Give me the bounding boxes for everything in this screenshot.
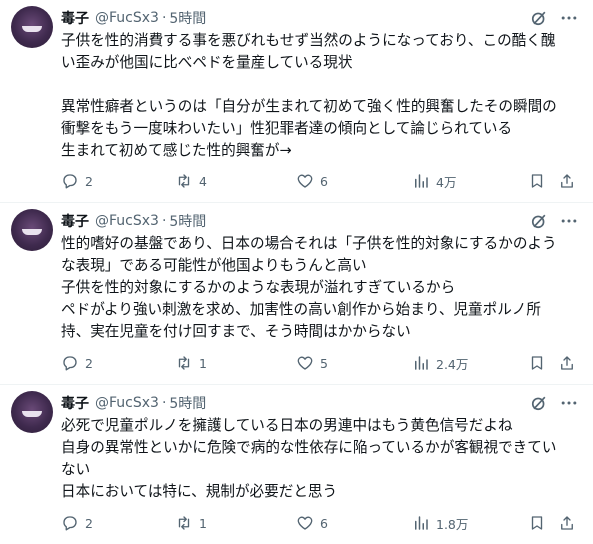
separator-dot: · (161, 395, 167, 411)
retweet-icon (178, 356, 190, 370)
tweet-text-line: 衝撃をもう一度味わいたい」性犯罪者達の傾向として論じられている (61, 120, 513, 137)
retweet-count: 4 (199, 173, 207, 189)
tweet-text-line: 自身の異常性といかに危険で病的な性依存に陥っているかが客観視できてい (61, 439, 557, 456)
like-count: 6 (320, 173, 328, 189)
reply-button[interactable]: 2 (61, 171, 93, 191)
like-count: 5 (320, 355, 328, 371)
post-time[interactable]: 5時間 (169, 8, 206, 28)
separator-dot: · (161, 10, 167, 26)
bookmark-icon (531, 516, 543, 530)
reply-icon (63, 356, 77, 371)
author-handle[interactable]: @FucSx3 (95, 213, 159, 229)
like-icon (297, 356, 313, 370)
author-handle[interactable]: @FucSx3 (95, 395, 159, 411)
action-bar: 2 4 6 4万 (0, 171, 593, 191)
more-icon[interactable] (559, 211, 579, 231)
retweet-count: 1 (199, 355, 207, 371)
tweet-text-line: な表現」である可能性が他国よりもうんと高い (61, 257, 367, 274)
tweet-header: 毒子 @FucSx3 · 5時間 (61, 8, 206, 28)
author-name[interactable]: 毒子 (61, 211, 89, 231)
views-button[interactable]: 2.4万 (412, 353, 468, 373)
tweet[interactable]: 毒子 @FucSx3 · 5時間 性的嗜好の基盤であり、日本の場合それは「子供を… (0, 203, 593, 385)
like-button[interactable]: 6 (296, 513, 328, 533)
tweet-header: 毒子 @FucSx3 · 5時間 (61, 393, 206, 413)
tweet-header: 毒子 @FucSx3 · 5時間 (61, 211, 206, 231)
share-button[interactable] (558, 171, 576, 191)
retweet-icon (178, 516, 190, 530)
bookmark-icon (531, 356, 543, 370)
tweet-text-line: ペドがより強い刺激を求め、加害性の高い創作から始まり、児童ポルノ所 (61, 301, 541, 318)
views-button[interactable]: 1.8万 (412, 513, 468, 533)
like-button[interactable]: 5 (296, 353, 328, 373)
grok-icon[interactable] (529, 8, 549, 28)
views-icon (415, 356, 428, 370)
share-button[interactable] (558, 353, 576, 373)
tweet-text: 必死で児童ポルノを擁護している日本の男連中はもう黄色信号だよね 自身の異常性とい… (61, 415, 581, 503)
tweet-text-line: 生まれて初めて感じた性的興奮が→ (61, 142, 292, 159)
post-time[interactable]: 5時間 (169, 211, 206, 231)
tweet-text-line: 子供を性的対象にするかのような表現が溢れすぎているから (61, 279, 456, 296)
avatar[interactable] (11, 6, 53, 48)
tweet[interactable]: 毒子 @FucSx3 · 5時間 子供を性的消費する事を悪びれもせず当然のように… (0, 0, 593, 203)
tweet-text-line: い歪みが他国に比べペドを量産している現状 (61, 54, 353, 71)
share-icon (561, 516, 573, 530)
tweet-text-line: 日本においては特に、規制が必要だと思う (61, 483, 338, 500)
separator-dot: · (161, 213, 167, 229)
tweet-text-line: 異常性癖者というのは「自分が生まれて初めて強く性的興奮したその瞬間の (61, 98, 557, 115)
tweet[interactable]: 毒子 @FucSx3 · 5時間 必死で児童ポルノを擁護している日本の男連中はも… (0, 385, 593, 544)
views-icon (415, 174, 428, 188)
grok-icon[interactable] (529, 211, 549, 231)
author-handle[interactable]: @FucSx3 (95, 10, 159, 26)
reply-icon (63, 174, 77, 189)
share-icon (561, 174, 573, 188)
retweet-button[interactable]: 1 (175, 353, 207, 373)
like-icon (297, 174, 313, 188)
more-icon[interactable] (559, 8, 579, 28)
bookmark-icon (531, 174, 543, 188)
avatar[interactable] (11, 391, 53, 433)
reply-count: 2 (85, 515, 93, 531)
bookmark-button[interactable] (528, 353, 546, 373)
tweet-text-line: 必死で児童ポルノを擁護している日本の男連中はもう黄色信号だよね (61, 417, 513, 434)
retweet-icon (178, 174, 190, 188)
retweet-button[interactable]: 4 (175, 171, 207, 191)
reply-count: 2 (85, 355, 93, 371)
retweet-count: 1 (199, 515, 207, 531)
views-button[interactable]: 4万 (412, 171, 456, 191)
reply-button[interactable]: 2 (61, 513, 93, 533)
post-time[interactable]: 5時間 (169, 393, 206, 413)
tweet-text-line: 持、実在児童を付け回すまで、そう時間はかからない (61, 323, 411, 340)
tweet-text: 子供を性的消費する事を悪びれもせず当然のようになっており、この酷く醜 い歪みが他… (61, 30, 581, 162)
views-count: 2.4万 (436, 356, 469, 372)
like-count: 6 (320, 515, 328, 531)
tweet-text-line: 性的嗜好の基盤であり、日本の場合それは「子供を性的対象にするかのよう (61, 235, 557, 252)
views-count: 4万 (436, 174, 457, 190)
avatar[interactable] (11, 209, 53, 251)
tweet-text-line: ない (61, 461, 91, 478)
tweet-text-line: 子供を性的消費する事を悪びれもせず当然のようになっており、この酷く醜 (61, 32, 556, 49)
share-icon (561, 356, 573, 370)
reply-button[interactable]: 2 (61, 353, 93, 373)
reply-count: 2 (85, 173, 93, 189)
tweet-text: 性的嗜好の基盤であり、日本の場合それは「子供を性的対象にするかのよう な表現」で… (61, 233, 581, 343)
action-bar: 2 1 6 1.8万 (0, 513, 593, 533)
bookmark-button[interactable] (528, 171, 546, 191)
views-icon (415, 516, 428, 530)
author-name[interactable]: 毒子 (61, 393, 89, 413)
share-button[interactable] (558, 513, 576, 533)
like-button[interactable]: 6 (296, 171, 328, 191)
reply-icon (63, 516, 77, 531)
more-icon[interactable] (559, 393, 579, 413)
grok-icon[interactable] (529, 393, 549, 413)
bookmark-button[interactable] (528, 513, 546, 533)
like-icon (297, 516, 313, 530)
retweet-button[interactable]: 1 (175, 513, 207, 533)
author-name[interactable]: 毒子 (61, 8, 89, 28)
action-bar: 2 1 5 2.4万 (0, 353, 593, 373)
views-count: 1.8万 (436, 516, 469, 532)
timeline-feed: 毒子 @FucSx3 · 5時間 子供を性的消費する事を悪びれもせず当然のように… (0, 0, 593, 544)
